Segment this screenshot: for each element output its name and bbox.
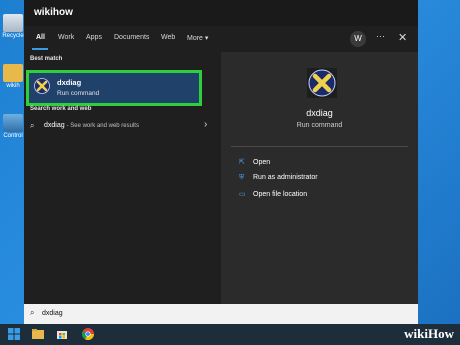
- best-match-result[interactable]: dxdiag Run command: [26, 70, 202, 106]
- file-location-icon: ▭: [239, 191, 246, 198]
- search-icon: ⌕: [30, 308, 35, 317]
- folder-icon: [3, 64, 23, 82]
- tab-work[interactable]: Work: [58, 34, 74, 41]
- best-match-subtitle: Run command: [57, 90, 100, 97]
- tab-apps[interactable]: Apps: [86, 34, 102, 41]
- control-panel-icon: [3, 114, 23, 132]
- more-options-icon[interactable]: ···: [376, 31, 385, 41]
- desktop-icon-label: Recycle: [2, 33, 24, 39]
- web-result-row[interactable]: ⌕ dxdiag - See work and web results ›: [24, 116, 221, 136]
- shield-icon: ⛨: [239, 174, 245, 181]
- dxdiag-icon: [307, 68, 337, 98]
- desktop-icon-wikihow[interactable]: wikih: [0, 64, 26, 89]
- open-icon: ⇱: [239, 159, 245, 166]
- divider: [231, 146, 408, 147]
- recycle-bin-icon: [3, 14, 23, 32]
- tab-all[interactable]: All: [36, 34, 45, 41]
- action-run-as-administrator[interactable]: ⛨ Run as administrator: [239, 174, 318, 182]
- file-explorer-icon[interactable]: [32, 328, 44, 340]
- action-open-label: Open: [253, 159, 271, 166]
- avatar[interactable]: W: [350, 31, 366, 47]
- search-title: wikihow: [34, 7, 73, 18]
- watermark: wikiHow: [404, 326, 454, 341]
- tab-more[interactable]: More ▾: [187, 34, 208, 42]
- scope-tabs: All Work Apps Documents Web More ▾ W ···…: [24, 28, 418, 50]
- web-results-heading: Search work and web: [30, 106, 92, 112]
- desktop-icon-label: Control: [3, 133, 23, 139]
- web-result-query: dxdiag: [44, 122, 65, 129]
- action-open[interactable]: ⇱ Open: [239, 158, 270, 166]
- web-result-text: dxdiag - See work and web results: [44, 122, 139, 129]
- results-list: Best match dxdiag Run command Search wor…: [24, 52, 221, 304]
- action-run-admin-label: Run as administrator: [253, 174, 318, 181]
- active-tab-indicator: [32, 48, 48, 50]
- search-query: dxdiag: [42, 310, 63, 317]
- search-header: wikihow: [24, 0, 418, 26]
- search-input[interactable]: ⌕ dxdiag: [24, 304, 418, 324]
- taskbar: [0, 324, 460, 345]
- store-icon[interactable]: [56, 328, 68, 340]
- close-icon[interactable]: ✕: [398, 31, 407, 44]
- chrome-icon[interactable]: [82, 328, 94, 340]
- windows-start-icon[interactable]: [8, 328, 20, 340]
- preview-pane: dxdiag Run command ⇱ Open ⛨ Run as adminis…: [221, 52, 418, 304]
- action-file-location-label: Open file location: [253, 191, 308, 198]
- best-match-heading: Best match: [30, 56, 63, 62]
- desktop-icon-recycle-bin[interactable]: Recycle: [0, 14, 26, 39]
- desktop-icon-control-panel[interactable]: Control: [0, 114, 26, 139]
- preview-name: dxdiag: [306, 108, 333, 118]
- web-result-suffix: - See work and web results: [66, 123, 139, 129]
- tab-documents[interactable]: Documents: [114, 34, 149, 41]
- tab-web[interactable]: Web: [161, 34, 175, 41]
- chevron-right-icon[interactable]: ›: [204, 119, 207, 130]
- best-match-name: dxdiag: [57, 78, 82, 87]
- action-open-file-location[interactable]: ▭ Open file location: [239, 190, 307, 198]
- search-icon: ⌕: [30, 121, 35, 130]
- start-search-panel: wikihow All Work Apps Documents Web More…: [24, 0, 418, 324]
- preview-subtitle: Run command: [296, 122, 343, 129]
- dxdiag-icon: [34, 78, 50, 94]
- desktop-icon-label: wikih: [6, 83, 20, 89]
